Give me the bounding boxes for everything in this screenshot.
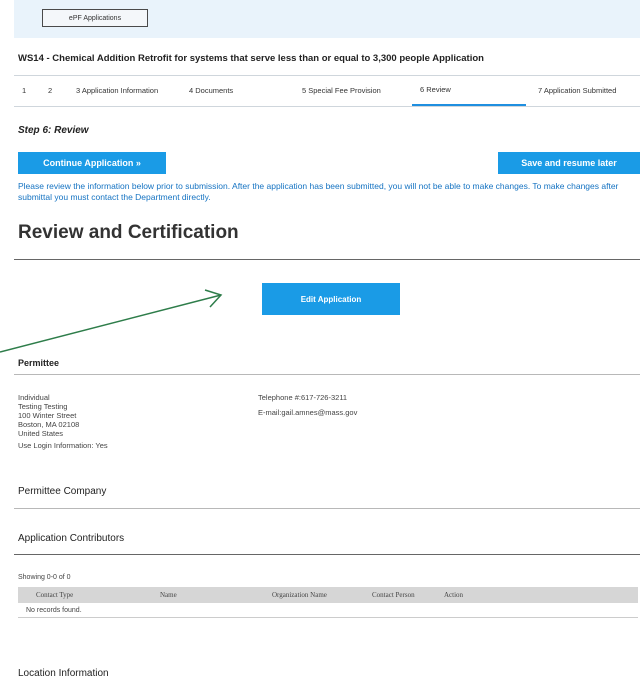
step-6[interactable]: 6 Review	[412, 76, 526, 106]
permittee-heading: Permittee	[18, 358, 60, 368]
permittee-company-heading: Permittee Company	[18, 486, 107, 497]
step-7[interactable]: 7 Application Submitted	[538, 76, 638, 106]
location-heading: Location Information	[18, 668, 109, 679]
review-heading: Review and Certification	[18, 222, 239, 243]
divider	[14, 508, 640, 509]
step-2[interactable]: 2	[48, 76, 52, 106]
save-resume-button[interactable]: Save and resume later	[498, 152, 640, 174]
step-5[interactable]: 5 Special Fee Provision	[302, 76, 382, 106]
column-header[interactable]: Organization Name	[272, 591, 372, 599]
form-title: WS14 - Chemical Addition Retrofit for sy…	[18, 53, 484, 64]
showing-count: Showing 0-0 of 0	[18, 574, 71, 581]
divider	[14, 374, 640, 375]
permittee-type: Individual	[18, 393, 50, 402]
permittee-email: E-mail:gail.amnes@mass.gov	[258, 408, 358, 417]
top-bar: ePF Applications	[14, 0, 640, 38]
permittee-address: Individual Testing Testing 100 Winter St…	[18, 393, 79, 438]
contributors-table: Contact Type Name Organization Name Cont…	[18, 587, 638, 618]
permittee-city: Boston, MA 02108	[18, 420, 80, 429]
column-header[interactable]: Name	[160, 591, 272, 599]
step-tracker: 1 2 3 Application Information 4 Document…	[14, 75, 640, 107]
permittee-name: Testing Testing	[18, 402, 68, 411]
permittee-telephone: Telephone #:617-726-3211	[258, 393, 348, 402]
column-header[interactable]: Contact Type	[18, 591, 160, 599]
submission-notice: Please review the information below prio…	[18, 181, 619, 202]
contributors-heading: Application Contributors	[18, 533, 125, 544]
column-header: Action	[444, 591, 464, 599]
table-row: No records found.	[18, 603, 638, 618]
continue-application-button[interactable]: Continue Application »	[18, 152, 166, 174]
step-1[interactable]: 1	[22, 76, 26, 106]
column-header[interactable]: Contact Person	[372, 591, 444, 599]
divider	[14, 259, 640, 260]
step-3[interactable]: 3 Application Information	[76, 76, 166, 106]
step-4[interactable]: 4 Documents	[189, 76, 233, 106]
divider	[14, 554, 640, 555]
permittee-street: 100 Winter Street	[18, 411, 77, 420]
epf-applications-button[interactable]: ePF Applications	[42, 9, 148, 27]
edit-application-button[interactable]: Edit Application	[262, 283, 400, 315]
step-heading: Step 6: Review	[18, 125, 89, 136]
table-header: Contact Type Name Organization Name Cont…	[18, 587, 638, 603]
use-login-info: Use Login Information: Yes	[18, 441, 108, 450]
annotation-arrow-icon	[0, 289, 223, 353]
permittee-country: United States	[18, 429, 64, 438]
